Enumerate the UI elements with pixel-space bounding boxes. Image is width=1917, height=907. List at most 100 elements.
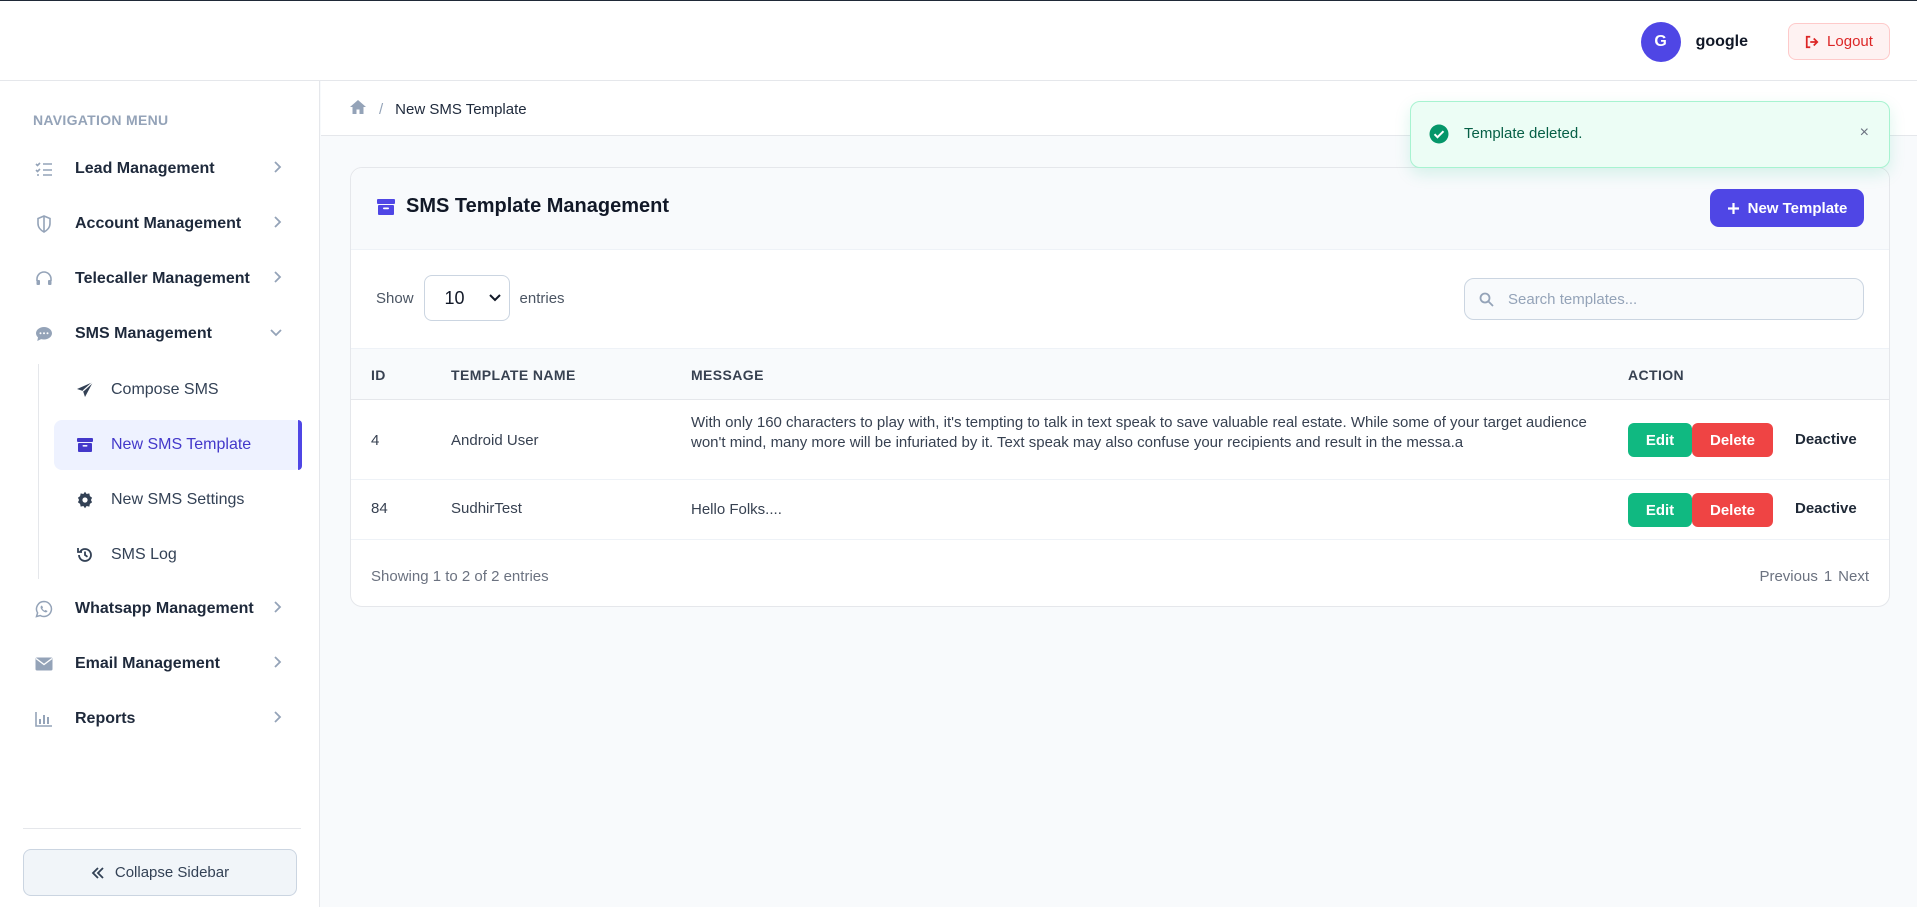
headset-icon	[33, 268, 55, 290]
sidebar-item-label: Email Management	[75, 655, 220, 672]
sidebar-subitem-compose-sms[interactable]: Compose SMS	[54, 365, 302, 415]
sidebar-divider	[23, 828, 301, 829]
template-card: SMS Template Management New Template Sho…	[350, 167, 1890, 607]
column-header-action: ACTION	[1628, 367, 1685, 383]
plus-icon	[1727, 202, 1739, 214]
sidebar-item-label: Whatsapp Management	[75, 600, 254, 617]
shield-icon	[33, 213, 55, 235]
column-header-id: ID	[371, 367, 386, 383]
envelope-icon	[33, 653, 55, 675]
bar-chart-icon	[33, 708, 55, 730]
logout-icon	[1805, 35, 1819, 48]
toast-close-icon[interactable]: ×	[1860, 124, 1869, 142]
card-header: SMS Template Management New Template	[351, 168, 1889, 250]
cell-template-name: SudhirTest	[451, 500, 522, 517]
deactive-button[interactable]: Deactive	[1795, 431, 1857, 448]
user-menu[interactable]: G google	[1640, 22, 1748, 62]
table-footer-info: Showing 1 to 2 of 2 entries	[371, 568, 549, 585]
sidebar-item-whatsapp-management[interactable]: Whatsapp Management	[33, 587, 295, 631]
sidebar-item-reports[interactable]: Reports	[33, 697, 295, 741]
search-input[interactable]	[1508, 290, 1838, 308]
avatar[interactable]: G	[1640, 22, 1681, 62]
page-title: SMS Template Management	[376, 195, 669, 218]
chevron-down-icon	[269, 325, 283, 343]
sidebar-item-account-management[interactable]: Account Management	[33, 202, 295, 246]
sidebar-subitem-label: New SMS Settings	[111, 491, 245, 508]
sidebar-item-sms-management[interactable]: SMS Management	[33, 312, 295, 356]
deactive-button[interactable]: Deactive	[1795, 500, 1857, 517]
sidebar-item-label: Reports	[75, 710, 136, 727]
column-header-template-name: TEMPLATE NAME	[451, 367, 576, 383]
logout-label: Logout	[1827, 33, 1873, 50]
check-circle-icon	[1429, 124, 1449, 149]
collapse-sidebar-button[interactable]: Collapse Sidebar	[23, 849, 297, 896]
delete-button[interactable]: Delete	[1692, 493, 1773, 527]
sidebar-item-label: SMS Management	[75, 325, 212, 342]
pagination-next[interactable]: Next	[1838, 568, 1869, 585]
column-header-message: MESSAGE	[691, 367, 764, 383]
sidebar: NAVIGATION MENU Lead Management Account …	[0, 81, 320, 907]
history-icon	[74, 544, 96, 566]
breadcrumb-current: New SMS Template	[395, 100, 527, 118]
sidebar-item-telecaller-management[interactable]: Telecaller Management	[33, 257, 295, 301]
table-row: 84 SudhirTest Hello Folks.... Edit Delet…	[351, 480, 1889, 540]
chevron-down-icon	[488, 294, 501, 302]
chevron-right-icon	[273, 270, 283, 289]
search-icon	[1479, 292, 1494, 307]
home-icon[interactable]	[349, 99, 367, 119]
toast-message: Template deleted.	[1464, 125, 1583, 142]
whatsapp-icon	[33, 598, 55, 620]
double-chevron-left-icon	[91, 866, 104, 879]
pagination-previous[interactable]: Previous	[1759, 568, 1817, 585]
edit-button[interactable]: Edit	[1628, 423, 1692, 457]
sidebar-item-lead-management[interactable]: Lead Management	[33, 147, 295, 191]
paper-plane-icon	[74, 379, 96, 401]
chevron-right-icon	[273, 710, 283, 729]
delete-button[interactable]: Delete	[1692, 423, 1773, 457]
pagination: Previous 1 Next	[1759, 568, 1869, 585]
entries-select-value: 10	[444, 287, 465, 308]
sidebar-subitem-new-sms-settings[interactable]: New SMS Settings	[54, 475, 302, 525]
chat-bubble-icon	[33, 323, 55, 345]
pagination-page[interactable]: 1	[1824, 568, 1832, 585]
sidebar-item-label: Account Management	[75, 215, 242, 232]
sidebar-subitem-label: Compose SMS	[111, 381, 219, 398]
gear-icon	[74, 489, 96, 511]
table-row: 4 Android User With only 160 characters …	[351, 400, 1889, 480]
breadcrumb-separator: /	[379, 100, 384, 118]
edit-button[interactable]: Edit	[1628, 493, 1692, 527]
username: google	[1695, 33, 1748, 50]
sidebar-subitem-sms-log[interactable]: SMS Log	[54, 530, 302, 580]
entries-select[interactable]: 10	[423, 275, 510, 321]
archive-box-icon	[74, 434, 96, 456]
sidebar-subitem-new-sms-template[interactable]: New SMS Template	[54, 420, 302, 470]
page-title-text: SMS Template Management	[406, 195, 670, 217]
search-box	[1464, 278, 1864, 320]
breadcrumb: / New SMS Template	[349, 99, 527, 119]
show-label: Show	[376, 289, 414, 307]
cell-template-name: Android User	[451, 432, 539, 449]
top-header: G google Logout	[0, 0, 1917, 81]
sidebar-subitem-label: New SMS Template	[111, 436, 252, 453]
submenu-divider	[38, 364, 39, 579]
sidebar-subitem-label: SMS Log	[111, 546, 177, 563]
cell-message: With only 160 characters to play with, i…	[691, 414, 1587, 451]
nav-title: NAVIGATION MENU	[33, 112, 169, 128]
success-toast: Template deleted. ×	[1410, 101, 1890, 168]
collapse-sidebar-label: Collapse Sidebar	[114, 864, 230, 881]
entries-control: Show 10 entries	[376, 275, 565, 321]
cell-message: Hello Folks....	[691, 501, 782, 518]
sidebar-item-email-management[interactable]: Email Management	[33, 642, 295, 686]
entries-label: entries	[519, 289, 565, 307]
cell-id: 84	[371, 500, 388, 517]
new-template-button[interactable]: New Template	[1710, 189, 1864, 227]
chevron-right-icon	[273, 215, 283, 234]
cell-id: 4	[371, 432, 380, 449]
new-template-label: New Template	[1747, 199, 1848, 217]
sidebar-item-label: Telecaller Management	[75, 270, 250, 287]
archive-box-icon	[377, 198, 395, 215]
logout-button[interactable]: Logout	[1788, 23, 1890, 60]
sidebar-item-label: Lead Management	[75, 160, 215, 177]
list-check-icon	[33, 158, 55, 180]
chevron-right-icon	[273, 600, 283, 619]
